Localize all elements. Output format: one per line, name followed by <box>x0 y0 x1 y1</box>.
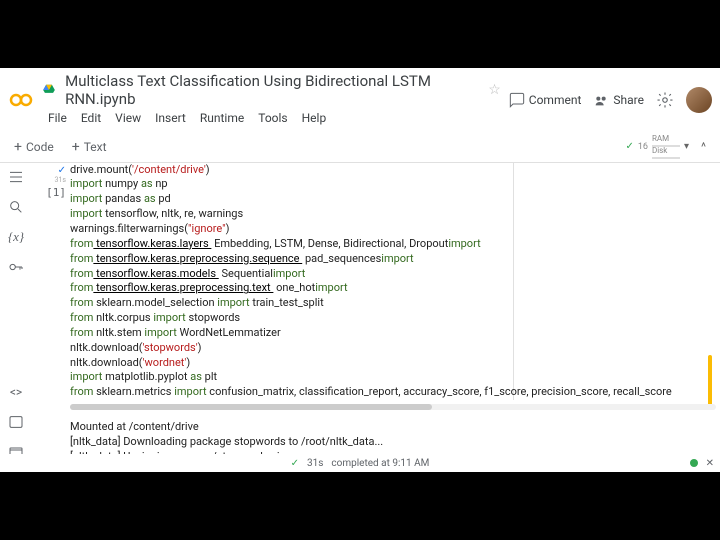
menu-bar: FileEditViewInsertRuntimeToolsHelp <box>42 109 501 127</box>
settings-gear-icon[interactable] <box>656 91 674 109</box>
horizontal-scrollbar[interactable] <box>70 404 716 410</box>
check-icon: ✓ <box>291 458 299 469</box>
chevron-down-icon[interactable]: ▾ <box>684 141 689 152</box>
star-icon[interactable]: ☆ <box>488 82 501 98</box>
menu-tools[interactable]: Tools <box>252 109 293 127</box>
code-editor[interactable]: drive.mount('/content/drive')import nump… <box>70 163 716 401</box>
code-cell: ✓ 31s [1] drive.mount('/content/drive')i… <box>36 163 716 401</box>
menu-runtime[interactable]: Runtime <box>194 109 250 127</box>
notebook-title[interactable]: Multiclass Text Classification Using Bid… <box>65 72 480 108</box>
secrets-icon[interactable] <box>8 259 24 275</box>
collapse-button[interactable]: ^ <box>695 138 712 156</box>
search-icon[interactable] <box>8 199 24 215</box>
notebook-main: ✓ 31s [1] drive.mount('/content/drive')i… <box>32 163 720 468</box>
left-sidebar: {x} <> <box>0 163 32 468</box>
share-button[interactable]: Share <box>593 92 644 108</box>
drive-icon <box>42 82 57 98</box>
toc-icon[interactable] <box>8 169 24 185</box>
colab-logo[interactable] <box>8 87 34 113</box>
status-bar: ✓ 31s completed at 9:11 AM ✕ <box>0 454 720 472</box>
menu-help[interactable]: Help <box>296 109 333 127</box>
toolbar: +Code +Text ✓ 16 RAM Disk ▾ ^ <box>0 132 720 163</box>
header: Multiclass Text Classification Using Bid… <box>0 68 720 132</box>
comment-button[interactable]: Comment <box>509 92 582 108</box>
menu-file[interactable]: File <box>42 109 73 127</box>
cell-status-icon[interactable]: ✓ <box>36 165 66 176</box>
add-code-button[interactable]: +Code <box>8 136 60 158</box>
menu-insert[interactable]: Insert <box>149 109 192 127</box>
code-icon[interactable]: <> <box>8 384 24 400</box>
menu-view[interactable]: View <box>109 109 147 127</box>
close-status-icon[interactable]: ✕ <box>706 458 714 469</box>
add-text-button[interactable]: +Text <box>66 136 113 158</box>
user-avatar[interactable] <box>686 87 712 113</box>
menu-edit[interactable]: Edit <box>75 109 107 127</box>
runtime-status[interactable]: ✓ 16 RAM Disk ▾ <box>625 135 689 159</box>
terminal-icon[interactable] <box>8 414 24 430</box>
variables-icon[interactable]: {x} <box>8 229 24 245</box>
connection-dot <box>690 459 698 467</box>
